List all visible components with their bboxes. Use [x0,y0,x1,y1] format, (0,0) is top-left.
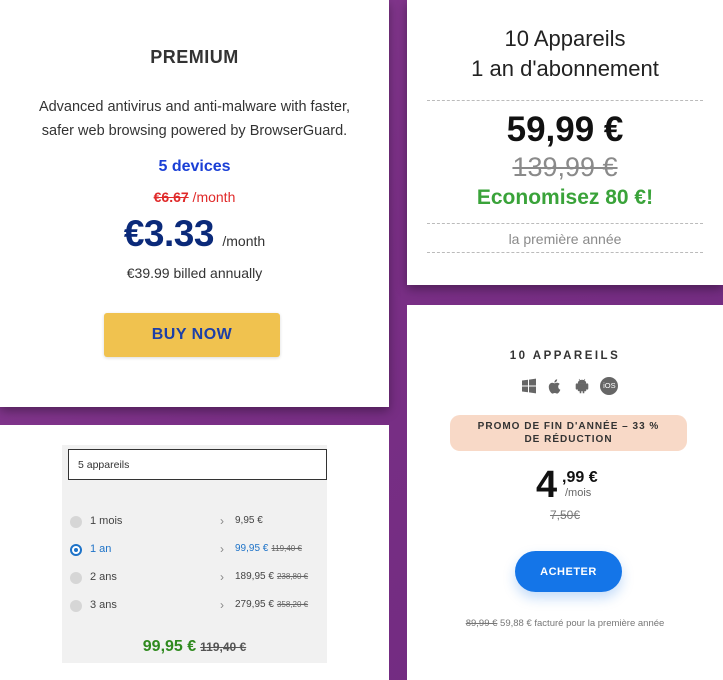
offer-title-line-2: 1 an d'abonnement [471,56,659,81]
option-old-price: 238,80 € [276,572,309,581]
promo-badge: PROMO DE FIN D'ANNÉE – 33 % DE RÉDUCTION [450,415,687,451]
option-price: 99,95 €119,40 € [235,543,302,554]
radio-button[interactable] [70,572,82,584]
chevron-right-icon: › [220,570,224,584]
duration-option-3-years[interactable]: 3 ans › 279,95 €358,20 € [62,597,327,617]
radio-button[interactable] [70,516,82,528]
duration-option-1-year[interactable]: 1 an › 99,95 €119,40 € [62,541,327,561]
price-integer: 4 [536,464,558,506]
platform-icons: iOS [521,377,619,395]
chevron-right-icon: › [220,514,224,528]
option-price: 279,95 €358,20 € [235,599,308,610]
option-price-value: 279,95 € [235,599,274,610]
offer-old-price: 7,50€ [549,508,581,522]
divider [427,100,703,101]
android-icon [575,378,589,394]
chevron-right-icon: › [220,542,224,556]
divider [427,223,703,224]
offer-title-line-1: 10 Appareils [504,26,626,51]
old-price-period: /month [188,189,236,205]
period-note: la première année [508,231,622,247]
option-label: 2 ans [90,571,117,583]
plan-description: Advanced antivirus and anti-malware with… [20,95,369,143]
total-old-price: 119,40 € [200,640,247,654]
price-period: /mois [565,487,592,499]
device-count: 5 devices [158,158,231,175]
plan-description-line-2: safer web browsing powered by BrowserGua… [41,123,348,139]
plan-description-line-1: Advanced antivirus and anti-malware with… [38,99,351,115]
option-old-price: 358,20 € [276,600,309,609]
price-row: €3.33 /month [0,213,389,255]
ios-icon: iOS [600,377,619,395]
total-price: 99,95 € [142,638,197,655]
buy-now-button[interactable]: BUY NOW [104,313,280,357]
promo-line-2: DE RÉDUCTION [524,434,613,445]
option-label: 1 mois [90,515,123,527]
option-label: 1 an [90,543,112,555]
selected-total: 99,95 €119,40 € [62,638,327,656]
plan-title: PREMIUM [150,47,239,67]
windows-icon [522,378,536,394]
option-label: 3 ans [90,599,117,611]
option-price: 9,95 € [235,515,263,526]
option-price-value: 99,95 € [235,543,269,554]
chevron-right-icon: › [220,598,224,612]
offer-old-price: 139,99 € [512,152,618,182]
duration-option-2-years[interactable]: 2 ans › 189,95 €238,80 € [62,569,327,589]
promo-line-1: PROMO DE FIN D'ANNÉE – 33 % [477,421,660,432]
old-price: €6.67 [153,189,189,205]
divider [427,252,703,253]
ten-devices-yearly-card: 10 Appareils 1 an d'abonnement 59,99 € 1… [407,0,723,285]
offer-title: 10 Appareils 1 an d'abonnement [407,24,723,84]
price-decimals: ,99 € [562,469,598,486]
option-price: 189,95 €238,80 € [235,571,308,582]
footnote-text: 59,88 € facturé pour la première année [497,618,665,629]
old-price-row: €6.67 /month [0,189,389,205]
option-price-value: 189,95 € [235,571,274,582]
duration-option-1-month[interactable]: 1 mois › 9,95 € [62,513,327,533]
price-period: /month [222,233,266,249]
option-price-value: 9,95 € [235,515,263,526]
buy-button[interactable]: ACHETER [515,551,622,592]
footnote-old-price: 89,99 € [465,618,498,629]
current-price: €3.33 [123,213,215,254]
selector-panel: 5 appareils 1 mois › 9,95 € 1 an › 99,95… [62,445,327,663]
radio-button[interactable] [70,600,82,612]
billing-note: €39.99 billed annually [126,265,263,281]
billing-footnote: 89,99 € 59,88 € facturé pour la première… [407,618,723,629]
apple-icon [549,379,561,394]
premium-plan-card: PREMIUM Advanced antivirus and anti-malw… [0,0,389,407]
offer-price: 4 ,99 € /mois [407,464,723,506]
radio-button-selected[interactable] [70,544,82,556]
duration-selector-card: 5 appareils 1 mois › 9,95 € 1 an › 99,95… [0,425,389,680]
device-count-select[interactable]: 5 appareils [68,449,327,480]
offer-title: 10 APPAREILS [509,350,621,362]
option-old-price: 119,40 € [271,544,302,553]
savings-text: Economisez 80 €! [476,186,654,209]
offer-price: 59,99 € [506,110,624,149]
ten-devices-promo-card: 10 APPAREILS iOS PROMO DE FIN D'ANNÉE – … [407,305,723,680]
